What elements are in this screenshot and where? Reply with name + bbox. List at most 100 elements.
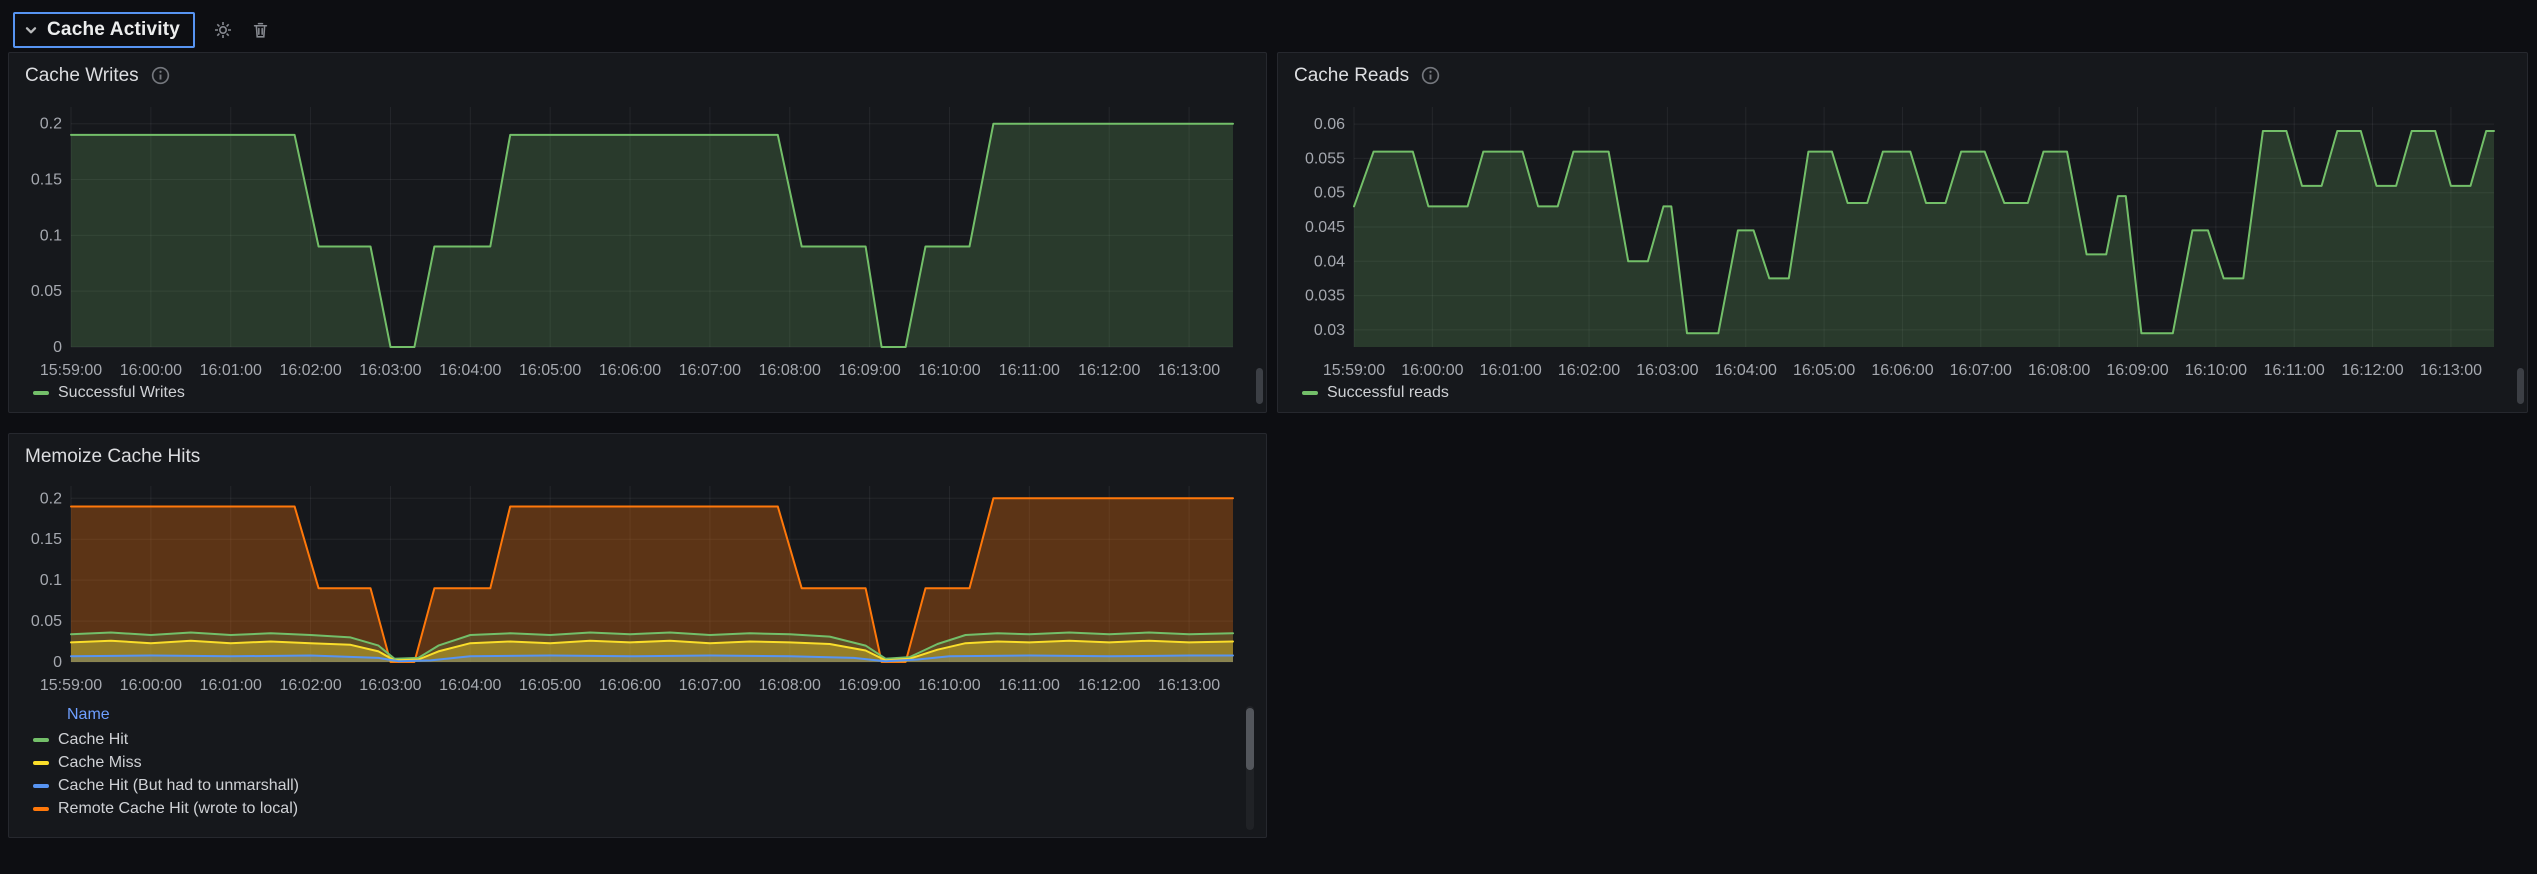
legend: Successful reads bbox=[1302, 384, 1449, 402]
svg-text:16:08:00: 16:08:00 bbox=[759, 362, 821, 379]
svg-text:16:10:00: 16:10:00 bbox=[918, 362, 980, 379]
svg-text:0.2: 0.2 bbox=[40, 116, 62, 133]
legend-label: Cache Miss bbox=[58, 754, 142, 771]
svg-text:0.15: 0.15 bbox=[31, 531, 62, 548]
svg-text:16:03:00: 16:03:00 bbox=[359, 677, 421, 694]
svg-text:0.05: 0.05 bbox=[31, 613, 62, 630]
svg-text:0.1: 0.1 bbox=[40, 572, 62, 589]
legend-label: Remote Cache Hit (wrote to local) bbox=[58, 800, 299, 817]
svg-text:16:12:00: 16:12:00 bbox=[1078, 362, 1140, 379]
svg-text:0: 0 bbox=[53, 654, 62, 671]
legend-item[interactable]: Remote Cache Hit (wrote to local) bbox=[33, 800, 299, 818]
svg-text:0.2: 0.2 bbox=[40, 490, 62, 507]
svg-text:16:11:00: 16:11:00 bbox=[2264, 362, 2325, 379]
panel-cache-reads: Cache Reads 15:59:00 16:00:00 16:01:00 16:0… bbox=[1277, 52, 2528, 413]
svg-text:0: 0 bbox=[53, 339, 62, 356]
svg-text:16:07:00: 16:07:00 bbox=[679, 677, 741, 694]
legend-item[interactable]: Cache Miss bbox=[33, 754, 299, 772]
svg-text:16:05:00: 16:05:00 bbox=[1793, 362, 1855, 379]
svg-text:16:03:00: 16:03:00 bbox=[1636, 362, 1698, 379]
legend-label: Successful Writes bbox=[58, 384, 185, 401]
svg-text:16:09:00: 16:09:00 bbox=[838, 362, 900, 379]
svg-text:15:59:00: 15:59:00 bbox=[1323, 362, 1385, 379]
panel-header[interactable]: Memoize Cache Hits bbox=[9, 434, 1266, 470]
svg-text:0.03: 0.03 bbox=[1314, 322, 1345, 339]
svg-text:0.1: 0.1 bbox=[40, 227, 62, 244]
svg-text:16:08:00: 16:08:00 bbox=[759, 677, 821, 694]
panel-scrollbar[interactable] bbox=[1256, 368, 1263, 404]
svg-text:15:59:00: 15:59:00 bbox=[40, 362, 102, 379]
svg-text:16:10:00: 16:10:00 bbox=[2185, 362, 2247, 379]
legend-swatch bbox=[33, 391, 49, 395]
legend: Successful Writes bbox=[33, 384, 185, 402]
panel-cache-writes: Cache Writes 15:59:00 16:00:00 16:01:00 16:… bbox=[8, 52, 1267, 413]
panel-title[interactable]: Memoize Cache Hits bbox=[25, 446, 200, 468]
legend-item[interactable]: Cache Hit bbox=[33, 731, 299, 749]
svg-text:15:59:00: 15:59:00 bbox=[40, 677, 102, 694]
svg-text:0.045: 0.045 bbox=[1305, 219, 1345, 236]
svg-text:16:00:00: 16:00:00 bbox=[120, 362, 182, 379]
cache-reads-chart[interactable]: 15:59:00 16:00:00 16:01:00 16:02:00 16:03:00… bbox=[1286, 91, 2522, 392]
svg-text:16:01:00: 16:01:00 bbox=[200, 362, 262, 379]
legend-swatch bbox=[1302, 391, 1318, 395]
svg-text:0.15: 0.15 bbox=[31, 172, 62, 189]
svg-text:16:09:00: 16:09:00 bbox=[2106, 362, 2168, 379]
svg-text:16:12:00: 16:12:00 bbox=[2341, 362, 2403, 379]
legend-swatch bbox=[33, 807, 49, 811]
gear-icon[interactable] bbox=[213, 20, 233, 40]
dashboard-row-header: Cache Activity bbox=[13, 10, 270, 50]
svg-text:16:06:00: 16:06:00 bbox=[599, 677, 661, 694]
svg-text:16:02:00: 16:02:00 bbox=[1558, 362, 1620, 379]
legend-header-name[interactable]: Name bbox=[67, 706, 299, 724]
svg-text:16:11:00: 16:11:00 bbox=[999, 362, 1060, 379]
svg-text:16:01:00: 16:01:00 bbox=[200, 677, 262, 694]
legend-swatch bbox=[33, 738, 49, 742]
svg-text:16:07:00: 16:07:00 bbox=[1950, 362, 2012, 379]
svg-text:16:01:00: 16:01:00 bbox=[1480, 362, 1542, 379]
panel-title[interactable]: Cache Writes bbox=[25, 65, 139, 87]
svg-text:16:13:00: 16:13:00 bbox=[1158, 362, 1220, 379]
panel-header[interactable]: Cache Reads bbox=[1278, 53, 2527, 89]
trash-icon[interactable] bbox=[251, 21, 270, 40]
svg-text:16:03:00: 16:03:00 bbox=[359, 362, 421, 379]
svg-text:16:05:00: 16:05:00 bbox=[519, 677, 581, 694]
svg-text:16:04:00: 16:04:00 bbox=[439, 677, 501, 694]
svg-text:16:02:00: 16:02:00 bbox=[279, 677, 341, 694]
cache-writes-chart[interactable]: 15:59:00 16:00:00 16:01:00 16:02:00 16:03:00… bbox=[17, 91, 1261, 392]
legend-swatch bbox=[33, 761, 49, 765]
legend-label: Cache Hit (But had to unmarshall) bbox=[58, 777, 299, 794]
svg-text:0.04: 0.04 bbox=[1314, 253, 1345, 270]
svg-text:16:06:00: 16:06:00 bbox=[599, 362, 661, 379]
legend-swatch bbox=[33, 784, 49, 788]
legend-label: Successful reads bbox=[1327, 384, 1449, 401]
info-icon[interactable] bbox=[1421, 66, 1440, 85]
svg-text:0.055: 0.055 bbox=[1305, 150, 1345, 167]
svg-text:16:05:00: 16:05:00 bbox=[519, 362, 581, 379]
panel-scrollbar[interactable] bbox=[2517, 368, 2524, 404]
legend-scrollbar-thumb[interactable] bbox=[1246, 708, 1254, 770]
svg-text:16:11:00: 16:11:00 bbox=[999, 677, 1060, 694]
chevron-down-icon bbox=[23, 22, 39, 38]
svg-text:16:08:00: 16:08:00 bbox=[2028, 362, 2090, 379]
svg-text:0.06: 0.06 bbox=[1314, 116, 1345, 133]
svg-text:0.05: 0.05 bbox=[31, 283, 62, 300]
legend-scrollbar[interactable] bbox=[1246, 706, 1254, 830]
legend-item[interactable]: Successful Writes bbox=[33, 384, 185, 402]
memoize-cache-hits-chart[interactable]: 15:59:00 16:00:00 16:01:00 16:02:00 16:03:00… bbox=[17, 472, 1261, 707]
svg-text:16:04:00: 16:04:00 bbox=[439, 362, 501, 379]
row-title: Cache Activity bbox=[47, 19, 181, 40]
svg-text:16:07:00: 16:07:00 bbox=[679, 362, 741, 379]
legend-item[interactable]: Cache Hit (But had to unmarshall) bbox=[33, 777, 299, 795]
svg-text:16:09:00: 16:09:00 bbox=[838, 677, 900, 694]
svg-text:16:13:00: 16:13:00 bbox=[2420, 362, 2482, 379]
svg-text:16:12:00: 16:12:00 bbox=[1078, 677, 1140, 694]
panel-memoize-cache-hits: Memoize Cache Hits 15:59:00 16:00:00 16:01… bbox=[8, 433, 1267, 838]
svg-text:16:04:00: 16:04:00 bbox=[1715, 362, 1777, 379]
panel-header[interactable]: Cache Writes bbox=[9, 53, 1266, 89]
legend-label: Cache Hit bbox=[58, 731, 129, 748]
info-icon[interactable] bbox=[151, 66, 170, 85]
svg-text:16:00:00: 16:00:00 bbox=[120, 677, 182, 694]
row-collapse-toggle[interactable]: Cache Activity bbox=[13, 12, 196, 48]
panel-title[interactable]: Cache Reads bbox=[1294, 65, 1409, 87]
legend-item[interactable]: Successful reads bbox=[1302, 384, 1449, 402]
